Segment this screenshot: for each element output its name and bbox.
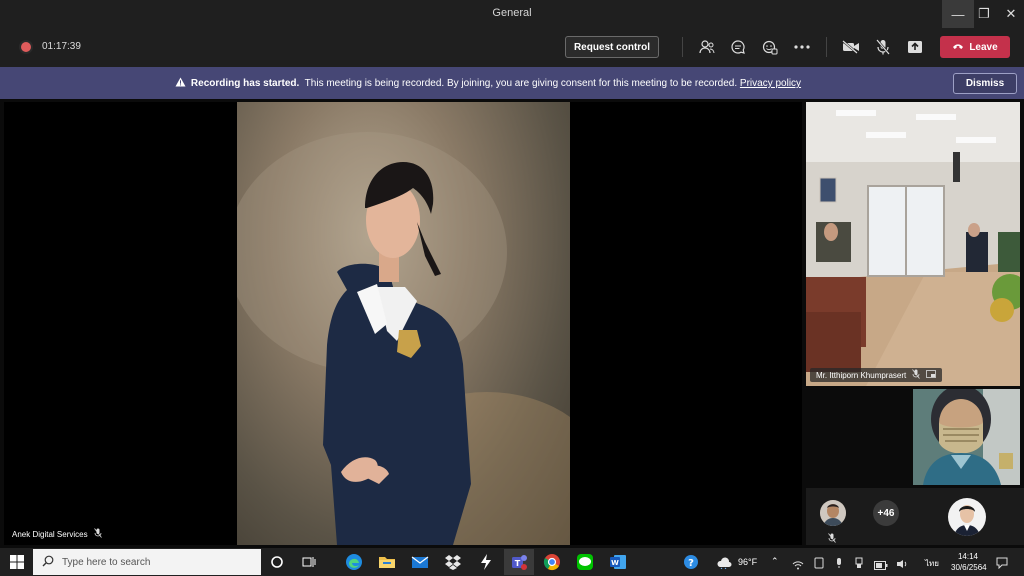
banner-message-line: Recording has started. This meeting is b… bbox=[0, 77, 1024, 90]
side-participant-name: Mr. Itthiporn Khumprasert bbox=[816, 370, 907, 380]
share-icon[interactable] bbox=[904, 37, 926, 57]
participant-avatar[interactable] bbox=[820, 500, 846, 526]
main-participant-name: Anek Digital Services bbox=[12, 529, 88, 539]
more-icon[interactable] bbox=[791, 37, 813, 57]
recording-timer: 01:17:39 bbox=[42, 41, 81, 52]
weather-icon[interactable] bbox=[716, 556, 734, 574]
leave-label: Leave bbox=[969, 41, 998, 53]
search-placeholder: Type here to search bbox=[62, 556, 151, 568]
help-icon[interactable]: ? bbox=[676, 549, 706, 575]
close-button[interactable]: ✕ bbox=[995, 0, 1024, 28]
file-explorer-icon[interactable] bbox=[372, 549, 402, 575]
teams-icon[interactable]: T bbox=[504, 549, 534, 575]
main-participant-label: Anek Digital Services bbox=[12, 528, 102, 540]
privacy-policy-link[interactable]: Privacy policy bbox=[740, 78, 801, 89]
content-share-icon bbox=[926, 369, 937, 381]
participant-gallery bbox=[806, 488, 1024, 545]
chat-icon[interactable] bbox=[727, 37, 749, 57]
request-control-button[interactable]: Request control bbox=[565, 36, 659, 58]
clock-time: 14:14 bbox=[957, 552, 979, 561]
microphone-tray-icon[interactable] bbox=[835, 556, 843, 574]
dismiss-button[interactable]: Dismiss bbox=[953, 73, 1017, 94]
search-icon bbox=[42, 555, 54, 570]
recording-banner: Recording has started. This meeting is b… bbox=[0, 67, 1024, 99]
mic-off-icon[interactable] bbox=[872, 37, 894, 57]
usb-icon[interactable] bbox=[854, 556, 864, 574]
svg-text:?: ? bbox=[688, 558, 694, 569]
wifi-icon[interactable] bbox=[792, 557, 804, 575]
banner-message: This meeting is being recorded. By joini… bbox=[304, 78, 738, 89]
taskbar-search-box[interactable]: Type here to search bbox=[33, 549, 261, 575]
leave-button[interactable]: Leave bbox=[940, 36, 1010, 58]
weather-temperature[interactable]: 96°F bbox=[738, 557, 757, 567]
edge-icon[interactable] bbox=[339, 549, 369, 575]
side-participant-label: Mr. Itthiporn Khumprasert bbox=[810, 368, 943, 382]
clock-date: 30/6/2564 bbox=[951, 563, 987, 572]
dropbox-icon[interactable] bbox=[438, 549, 468, 575]
reactions-icon[interactable] bbox=[759, 37, 781, 57]
taskbar-clock[interactable]: 14:14 30/6/2564 bbox=[951, 551, 987, 573]
participant-video-masked bbox=[913, 389, 1020, 485]
mail-icon[interactable] bbox=[405, 549, 435, 575]
shared-portrait-image bbox=[237, 102, 570, 545]
toolbar-divider bbox=[682, 37, 683, 57]
tray-app-icon[interactable] bbox=[814, 556, 824, 574]
mic-off-icon bbox=[93, 528, 102, 540]
word-icon[interactable]: W bbox=[603, 549, 633, 575]
input-language[interactable]: ไทย bbox=[925, 557, 939, 570]
toolbar-divider bbox=[826, 37, 827, 57]
chevron-up-icon[interactable]: ⌃ bbox=[771, 556, 779, 567]
more-participants-badge[interactable]: +46 bbox=[873, 500, 899, 526]
window-title: General bbox=[492, 7, 532, 19]
notification-icon[interactable] bbox=[996, 556, 1008, 574]
app-shortcut-icon[interactable] bbox=[471, 549, 501, 575]
chrome-icon[interactable] bbox=[537, 549, 567, 575]
warning-icon bbox=[175, 77, 186, 90]
line-icon[interactable] bbox=[570, 549, 600, 575]
record-icon bbox=[21, 42, 31, 52]
windows-start-icon[interactable] bbox=[2, 549, 32, 575]
mic-off-icon bbox=[912, 369, 921, 381]
main-video-stage bbox=[4, 102, 802, 545]
mic-off-icon bbox=[828, 530, 836, 548]
phone-icon bbox=[952, 42, 964, 53]
svg-text:T: T bbox=[515, 559, 521, 568]
participant-video-room bbox=[806, 102, 1020, 386]
title-bar: General — ❐ ✕ bbox=[0, 0, 1024, 28]
volume-icon[interactable] bbox=[896, 556, 908, 574]
svg-text:W: W bbox=[611, 559, 619, 567]
meeting-toolbar: 01:17:39 Request control Leave bbox=[0, 28, 1024, 67]
battery-icon[interactable] bbox=[874, 557, 888, 575]
camera-off-icon[interactable] bbox=[840, 37, 862, 57]
participant-avatar[interactable] bbox=[948, 498, 986, 536]
cortana-icon[interactable] bbox=[262, 549, 292, 575]
people-icon[interactable] bbox=[696, 37, 718, 57]
task-view-icon[interactable] bbox=[294, 549, 324, 575]
banner-title: Recording has started. bbox=[190, 78, 300, 89]
